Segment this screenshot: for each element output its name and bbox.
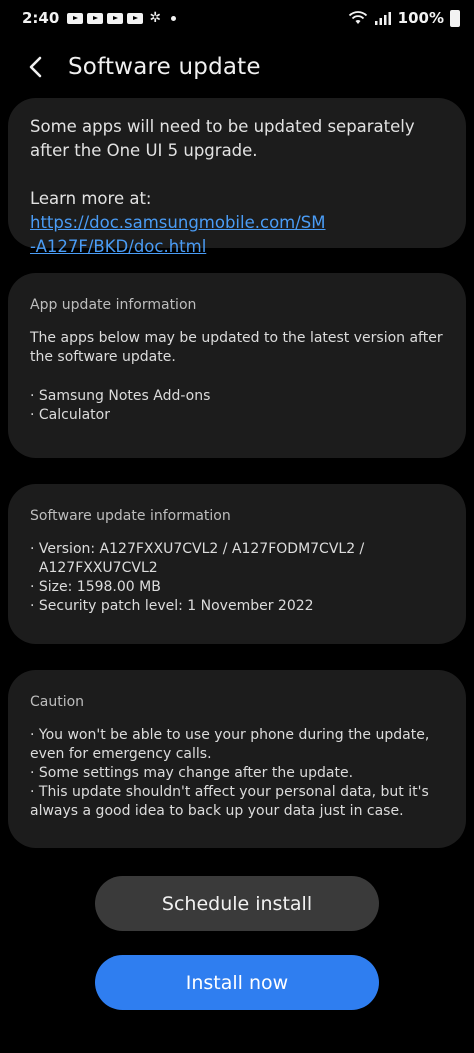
notification-dot-icon [171, 15, 177, 21]
size-line: · Size: 1598.00 MB [30, 579, 161, 595]
app-list: · Samsung Notes Add-ons · Calculator [30, 387, 444, 425]
list-item: · This update shouldn't affect your pers… [30, 784, 429, 819]
list-item: · You won't be able to use your phone du… [30, 727, 430, 762]
learn-more-line: Learn more at: https://doc.samsungmobile… [30, 187, 444, 259]
pinwheel-icon: ✲ [149, 10, 162, 26]
caution-card: Caution · You won't be able to use your … [8, 670, 466, 848]
youtube-icon [67, 12, 84, 24]
status-notification-icons: ✲ [67, 10, 177, 26]
learn-more-label: Learn more at: [30, 189, 152, 208]
schedule-install-button[interactable]: Schedule install [95, 876, 379, 931]
screen: 2:40 ✲ 100% Software update Some apps wi… [0, 0, 474, 1053]
app-update-description: The apps below may be updated to the lat… [30, 330, 443, 365]
wifi-icon [348, 11, 367, 24]
software-info-list: · Version: A127FXXU7CVL2 / A127FODM7CVL2… [30, 540, 444, 616]
software-update-info-title: Software update information [30, 508, 231, 524]
list-item: · Calculator [30, 407, 110, 423]
install-now-button[interactable]: Install now [95, 955, 379, 1010]
app-header: Software update [0, 44, 474, 90]
status-time: 2:40 [22, 9, 60, 27]
back-button[interactable] [16, 47, 56, 87]
signal-icon [374, 12, 391, 25]
list-item: · Some settings may change after the upd… [30, 765, 354, 781]
samsung-doc-link[interactable]: https://doc.samsungmobile.com/SM [30, 213, 326, 232]
status-bar: 2:40 ✲ 100% [0, 0, 474, 36]
list-item: · Samsung Notes Add-ons [30, 388, 211, 404]
app-update-info-title: App update information [30, 297, 197, 313]
app-update-info-card: App update information The apps below ma… [8, 273, 466, 458]
youtube-icon [127, 12, 144, 24]
chevron-left-icon [29, 56, 42, 78]
status-system-icons: 100% [348, 9, 460, 27]
software-update-info-card: Software update information · Version: A… [8, 484, 466, 644]
samsung-doc-link-continued[interactable]: -A127F/BKD/doc.html [30, 237, 206, 256]
version-line-continued: A127FXXU7CVL2 [30, 560, 158, 576]
caution-title: Caution [30, 694, 85, 710]
page-title: Software update [68, 54, 261, 80]
upgrade-notice-text: Some apps will need to be updated separa… [30, 117, 415, 160]
battery-icon [450, 9, 460, 27]
caution-list: · You won't be able to use your phone du… [30, 726, 444, 821]
youtube-icon [87, 12, 104, 24]
version-line: · Version: A127FXXU7CVL2 / A127FODM7CVL2… [30, 541, 365, 557]
battery-percent: 100% [397, 9, 444, 27]
security-patch-line: · Security patch level: 1 November 2022 [30, 598, 314, 614]
youtube-icon [107, 12, 124, 24]
upgrade-notice-card: Some apps will need to be updated separa… [8, 98, 466, 256]
